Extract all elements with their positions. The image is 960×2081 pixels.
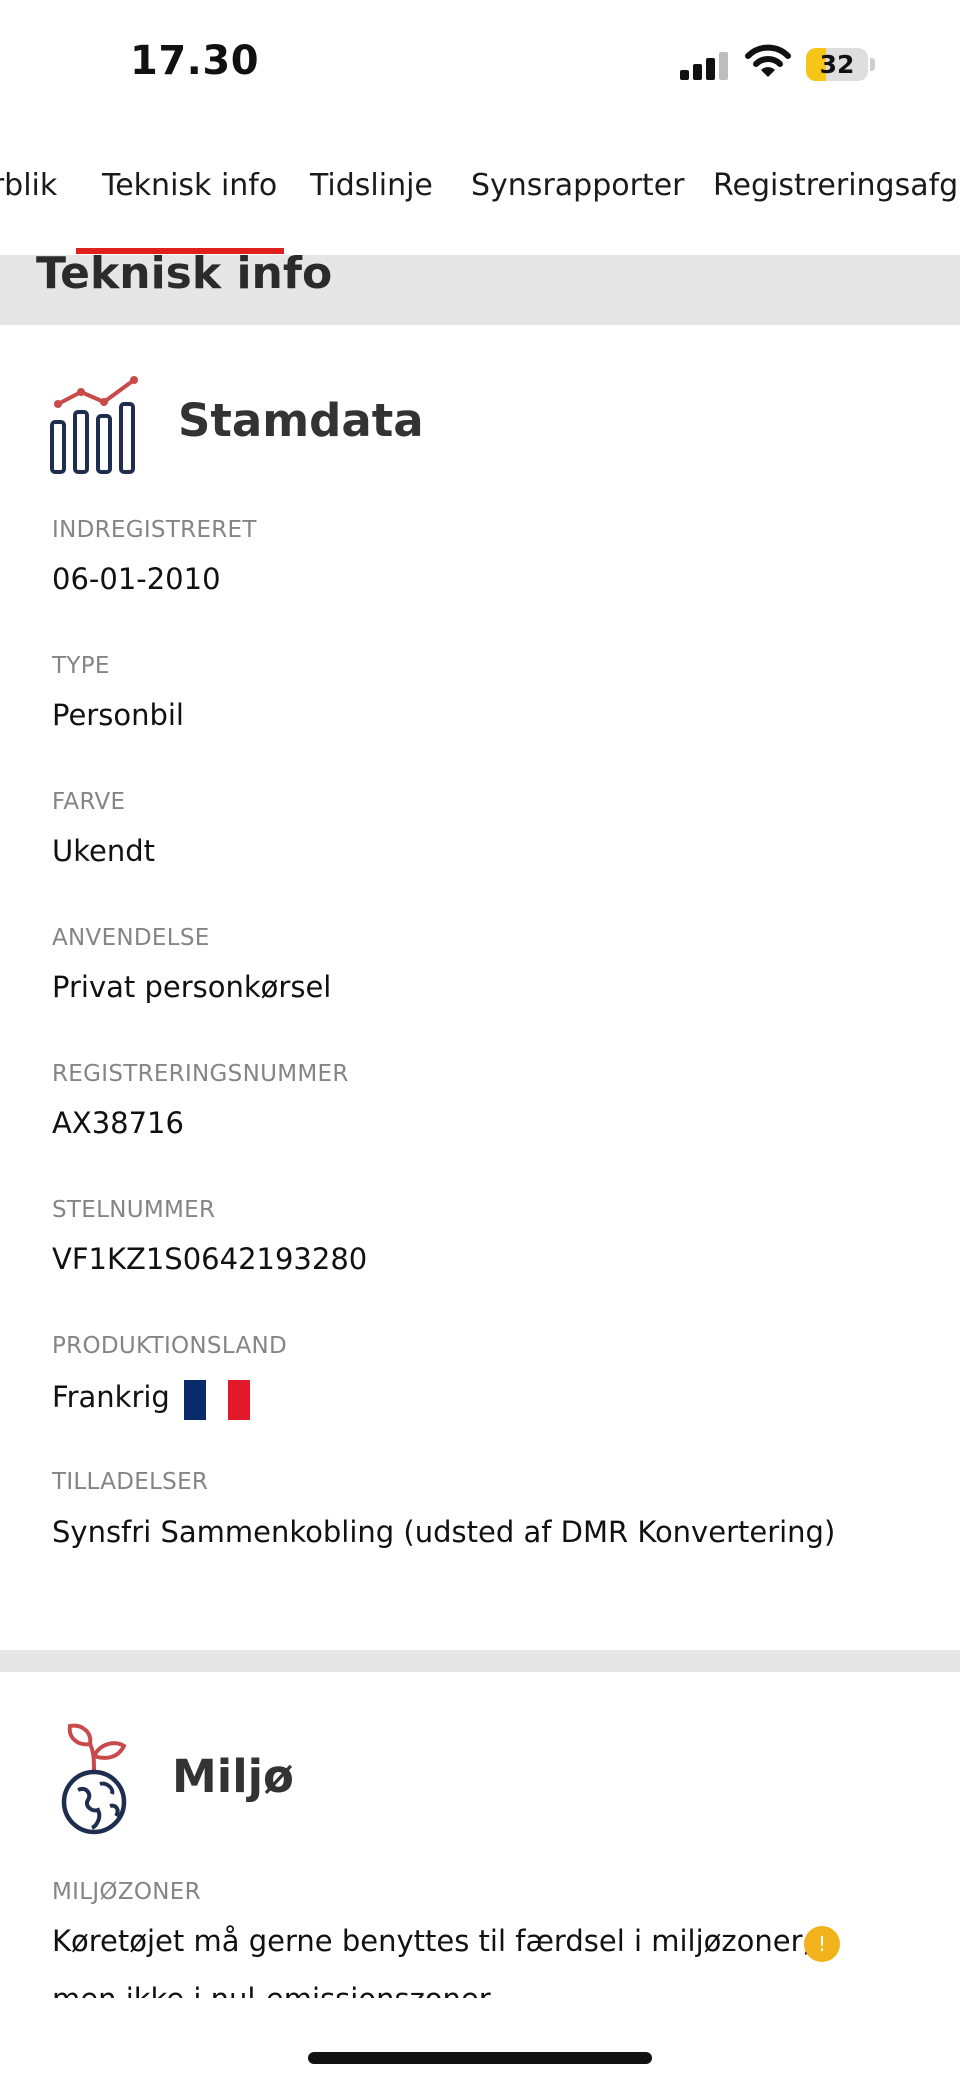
section-divider [0,1650,960,1672]
globe-plant-icon [61,1723,127,1835]
miljo-title: Miljø [172,1750,294,1803]
info-warning-icon[interactable]: ! [804,1926,840,1962]
field-label: TILLADELSER [52,1469,209,1495]
status-bar: 17.30 32 [0,0,960,120]
battery-level: 32 [819,50,855,79]
section-header: Teknisk info [0,255,960,325]
tab-bar: Overblik Teknisk info Tidslinje Synsrapp… [0,140,960,255]
tab-synsrapporter[interactable]: Synsrapporter [471,168,685,203]
field-value: Privat personkørsel [52,970,332,1004]
field-value: Personbil [52,698,184,732]
tab-overblik[interactable]: Overblik [0,168,57,203]
status-time: 17.30 [130,38,260,84]
tab-registreringsafgift[interactable]: Registreringsafgift [713,168,960,203]
home-indicator[interactable] [308,2052,652,2064]
stamdata-title: Stamdata [178,394,424,447]
bottom-safe-area [0,1998,960,2081]
miljozone-text: Køretøjet må gerne benyttes til færdsel … [52,1924,812,1958]
field-label: MILJØZONER [52,1879,201,1905]
field-label: TYPE [52,653,110,679]
bar-chart-trend-icon [50,376,138,474]
field-value: 06-01-2010 [52,562,221,596]
field-value: Frankrig [52,1380,170,1414]
tab-teknisk-info[interactable]: Teknisk info [102,168,277,203]
battery-tip [870,58,875,71]
field-label: STELNUMMER [52,1197,216,1223]
field-value: AX38716 [52,1106,184,1140]
france-flag-icon [184,1380,250,1420]
field-label: INDREGISTRERET [52,517,257,543]
field-value: Ukendt [52,834,155,868]
field-label: FARVE [52,789,126,815]
battery-icon: 32 [806,48,868,81]
section-title: Teknisk info [36,255,333,299]
tab-tidslinje[interactable]: Tidslinje [310,168,433,203]
cellular-signal-icon [680,50,730,80]
wifi-icon [745,44,791,77]
field-value: VF1KZ1S0642193280 [52,1242,368,1276]
field-label: REGISTRERINGSNUMMER [52,1061,349,1087]
field-value: Synsfri Sammenkobling (udsted af DMR Kon… [52,1515,836,1549]
field-label: PRODUKTIONSLAND [52,1333,288,1359]
active-tab-indicator [76,248,284,254]
field-label: ANVENDELSE [52,925,210,951]
